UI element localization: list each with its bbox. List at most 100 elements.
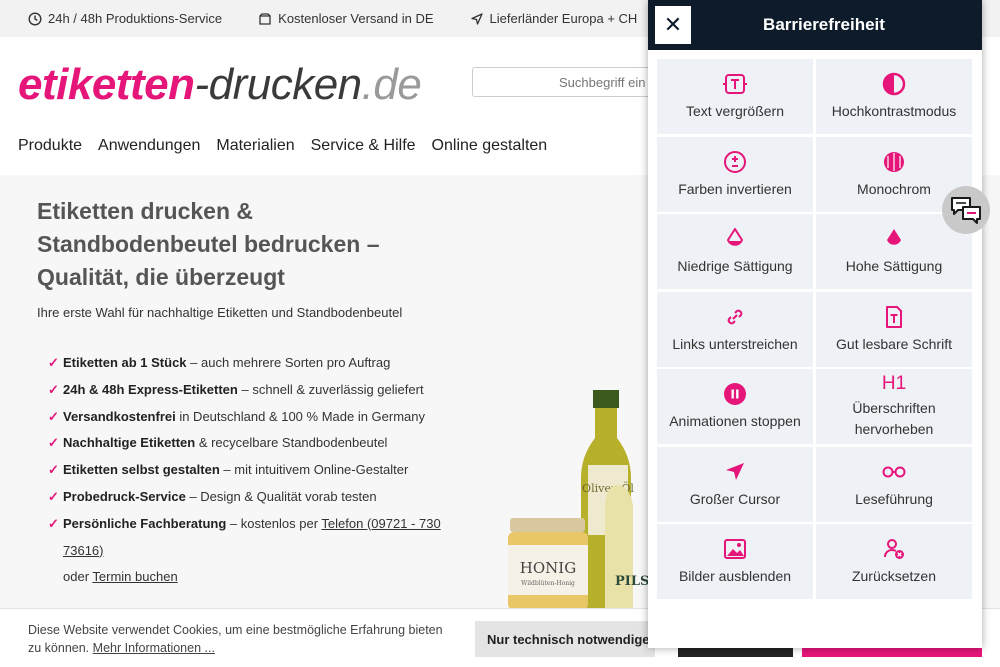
check-icon: ✓ xyxy=(48,408,59,424)
h1-icon: H1 xyxy=(881,373,907,394)
feature-text: – schnell & zuverlässig geliefert xyxy=(237,381,424,397)
location-arrow-icon xyxy=(470,12,483,25)
list-item: ✓ Nachhaltige Etiketten & recycelbare Sta… xyxy=(48,430,468,457)
check-icon: ✓ xyxy=(48,381,59,397)
accessibility-options-grid: Text vergrößern Hochkontrastmodus Farben… xyxy=(657,59,973,599)
a11y-tile-stop-animations[interactable]: Animationen stoppen xyxy=(657,369,813,444)
beer-label-text: PILSN xyxy=(615,574,650,589)
or-text: oder xyxy=(63,569,93,585)
honey-label-subtext: Wildblüten-Honig xyxy=(521,580,575,587)
cookie-message: Diese Website verwendet Cookies, um eine… xyxy=(28,623,443,655)
drop-icon xyxy=(887,229,901,245)
a11y-tile-low-saturation[interactable]: Niedrige Sättigung xyxy=(657,214,813,289)
hero-subtitle: Ihre erste Wahl für nachhaltige Etikette… xyxy=(37,305,403,320)
tile-label: Animationen stoppen xyxy=(669,413,801,429)
a11y-tile-invert-colors[interactable]: Farben invertieren xyxy=(657,136,813,212)
a11y-tile-big-cursor[interactable]: Großer Cursor xyxy=(657,446,813,522)
cookie-technical-only-button[interactable]: Nur technisch notwendige xyxy=(475,621,655,657)
nav-item-applications[interactable]: Anwendungen xyxy=(98,137,200,155)
tile-label: Hochkontrastmodus xyxy=(831,103,957,119)
hero-title: Etiketten drucken & Standbodenbeutel bed… xyxy=(37,198,380,290)
monochrome-icon xyxy=(884,151,904,172)
feature-bold: Nachhaltige Etiketten xyxy=(63,435,196,451)
pause-icon xyxy=(724,383,746,405)
product-bottles-image: Oliven Öl PILSN HONIG Wildblüten-Honig xyxy=(508,390,650,610)
tile-label: Farben invertieren xyxy=(678,180,792,197)
topbar-item-countries: Lieferländer Europa + CH xyxy=(470,11,638,26)
topbar-item-label: Lieferländer Europa + CH xyxy=(489,11,638,26)
tile-label: Monochrom xyxy=(857,180,931,197)
check-icon: ✓ xyxy=(48,515,59,531)
phone-link[interactable]: Telefon (09721 - 730 xyxy=(321,516,440,531)
package-icon xyxy=(259,12,271,25)
appointment-link[interactable]: Termin buchen xyxy=(92,569,177,584)
feature-text: – kostenlos per xyxy=(226,515,322,531)
invert-icon xyxy=(724,150,746,173)
a11y-tile-high-contrast[interactable]: Hochkontrastmodus xyxy=(816,59,972,134)
check-icon: ✓ xyxy=(48,462,59,478)
feature-bold: Etiketten ab 1 Stück xyxy=(63,355,187,370)
cookie-more-link[interactable]: Mehr Informationen ... xyxy=(93,641,215,655)
a11y-tile-text-enlarge[interactable]: Text vergrößern xyxy=(657,59,813,134)
accessibility-panel-header: ✕ Barrierefreiheit xyxy=(648,0,982,50)
feature-bold: Probedruck-Service xyxy=(63,488,186,504)
feature-bold: 24h & 48h Express-Etiketten xyxy=(63,381,238,397)
feature-text: – mit intuitivem Online-Gestalter xyxy=(219,462,409,478)
list-item: ✓ Probedruck-Service – Design & Qualität … xyxy=(48,484,468,511)
topbar-item-production: 24h / 48h Produktions-Service xyxy=(28,11,222,26)
tile-label: Bilder ausblenden xyxy=(678,568,792,584)
a11y-tile-highlight-headings[interactable]: H1 Überschriften hervorheben xyxy=(816,369,972,444)
bottle-cap xyxy=(593,390,619,408)
chat-button[interactable] xyxy=(942,186,990,234)
tile-label: Gut lesbare Schrift xyxy=(836,335,952,352)
cookie-text: Diese Website verwendet Cookies, um eine… xyxy=(28,621,458,657)
reset-user-icon xyxy=(884,539,904,559)
tile-label: Leseführung xyxy=(855,490,933,507)
logo-part-tld: .de xyxy=(361,60,422,109)
image-icon xyxy=(724,539,746,559)
list-item: ✓ Etiketten selbst gestalten – mit intuit… xyxy=(48,457,468,484)
text-size-icon xyxy=(723,74,747,94)
topbar-item-label: Kostenloser Versand in DE xyxy=(278,11,434,26)
tile-label: Überschriften hervorheben xyxy=(852,400,936,437)
tile-label: Text vergrößern xyxy=(685,103,785,119)
tile-label: Zurücksetzen xyxy=(851,568,937,584)
drop-half-icon xyxy=(727,228,743,246)
contrast-icon xyxy=(882,72,906,96)
nav-item-products[interactable]: Produkte xyxy=(18,137,82,155)
chat-icon xyxy=(951,197,981,224)
a11y-tile-reading-guide[interactable]: Leseführung xyxy=(816,446,972,522)
tile-label: Hohe Sättigung xyxy=(845,258,943,274)
a11y-tile-underline-links[interactable]: Links unterstreichen xyxy=(657,291,813,367)
cursor-icon xyxy=(726,462,744,480)
honey-label-text: HONIG xyxy=(520,559,576,577)
a11y-tile-hide-images[interactable]: Bilder ausblenden xyxy=(657,524,813,599)
topbar-item-shipping: Kostenloser Versand in DE xyxy=(258,11,434,26)
list-item-continued: oder Termin buchen xyxy=(48,564,468,591)
feature-bold: Versandkostenfrei xyxy=(63,408,176,424)
feature-text: – Design & Qualität vorab testen xyxy=(185,488,377,504)
list-item: ✓ Versandkostenfrei in Deutschland & 100 … xyxy=(48,404,468,431)
logo-part-main: -drucken xyxy=(194,60,362,109)
accessibility-panel: ✕ Barrierefreiheit Text vergrößern Hochk… xyxy=(648,0,982,648)
check-icon: ✓ xyxy=(48,355,59,370)
list-item: ✓ 24h & 48h Express-Etiketten – schnell &… xyxy=(48,377,468,404)
nav-item-materials[interactable]: Materialien xyxy=(216,137,294,155)
feature-bold: Persönliche Fachberatung xyxy=(63,515,227,531)
accessibility-panel-title: Barrierefreiheit xyxy=(763,15,885,34)
glasses-icon xyxy=(882,466,906,477)
feature-text: – auch mehrere Sorten pro Auftrag xyxy=(186,355,391,370)
site-logo[interactable]: etiketten-drucken.de xyxy=(18,60,422,110)
jar-lid xyxy=(510,518,585,532)
tile-label: Links unterstreichen xyxy=(672,335,798,352)
nav-item-service[interactable]: Service & Hilfe xyxy=(311,137,416,155)
font-icon xyxy=(886,305,902,328)
nav-item-online-design[interactable]: Online gestalten xyxy=(432,137,548,155)
list-item-continued: 73616) xyxy=(48,538,468,565)
search-input[interactable] xyxy=(472,67,672,97)
a11y-tile-reset[interactable]: Zurücksetzen xyxy=(816,524,972,599)
phone-link-continued[interactable]: 73616) xyxy=(63,543,103,558)
a11y-tile-readable-font[interactable]: Gut lesbare Schrift xyxy=(816,291,972,367)
link-icon xyxy=(727,309,743,324)
topbar-item-label: 24h / 48h Produktions-Service xyxy=(48,11,223,26)
